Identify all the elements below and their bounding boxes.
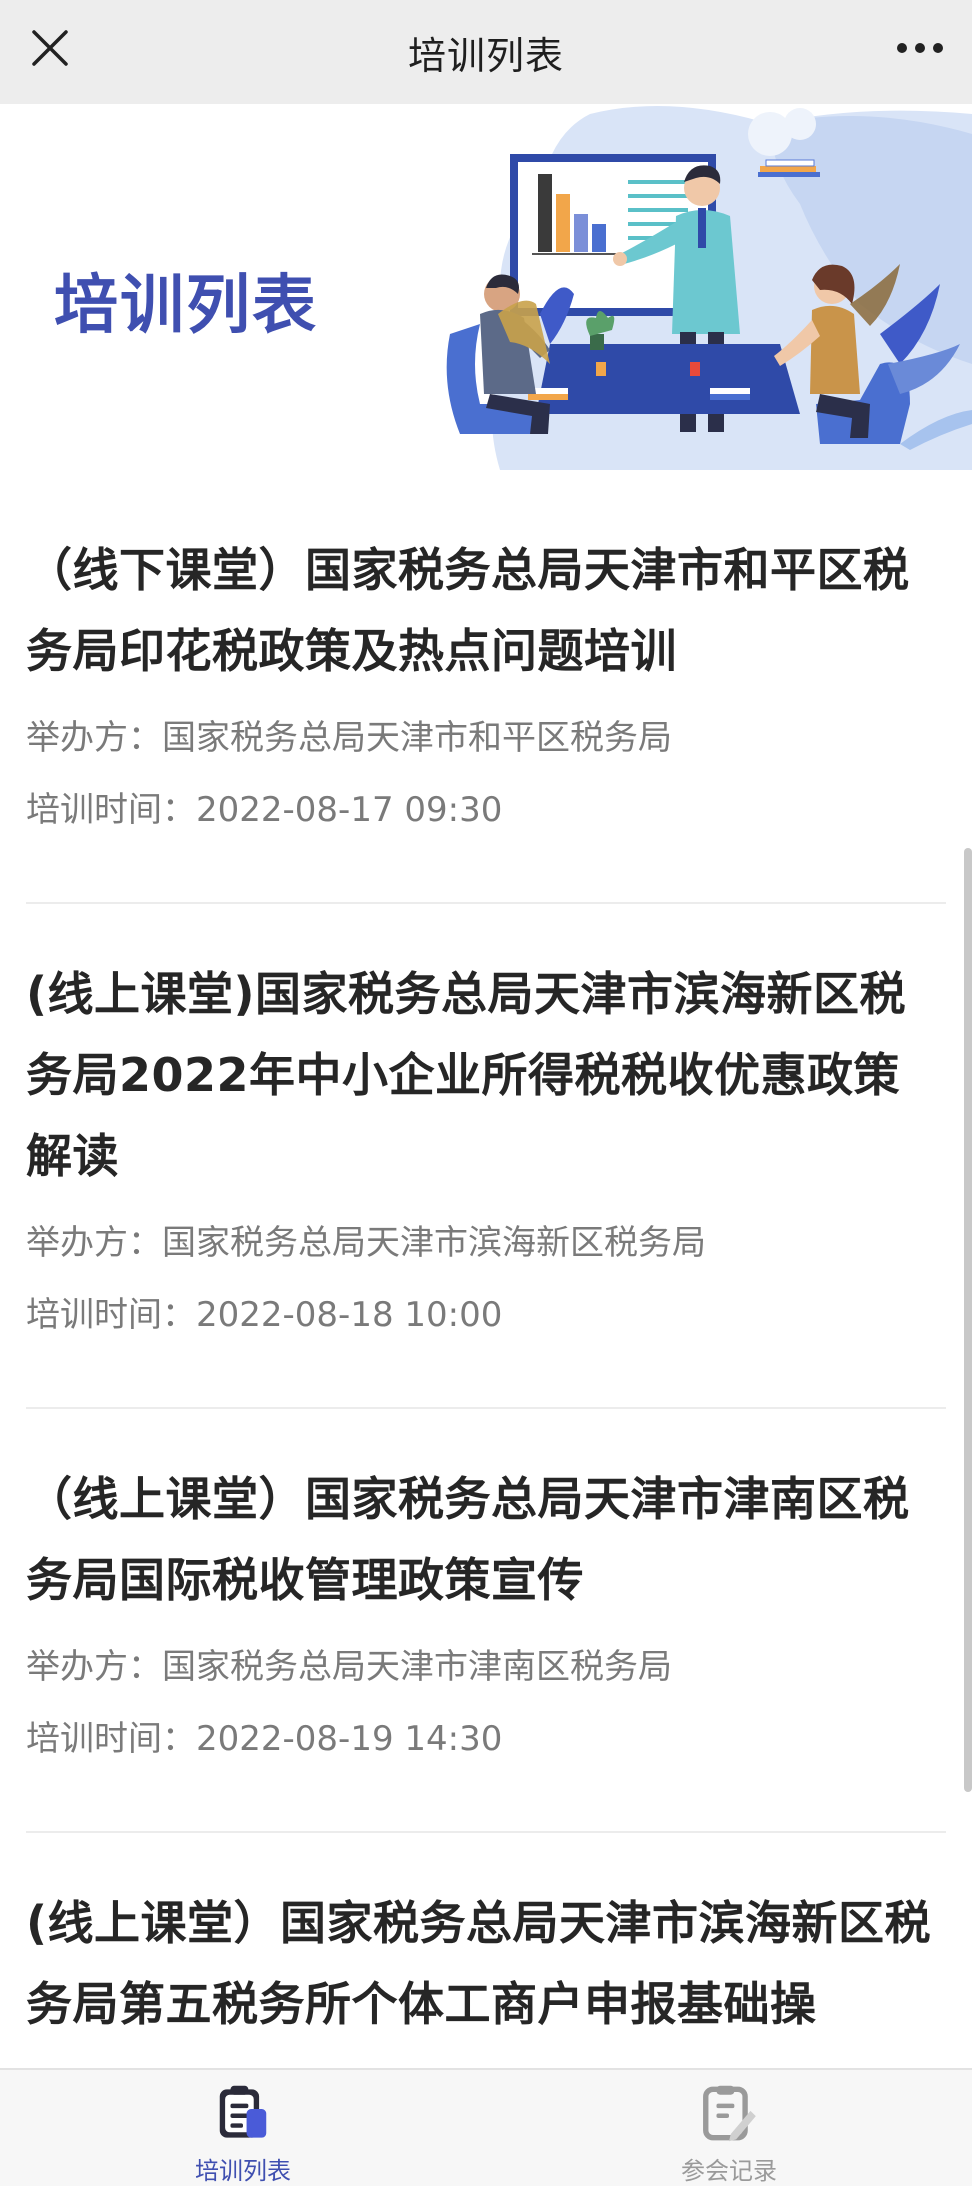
tab-bar: 培训列表 参会记录 (0, 2068, 972, 2186)
training-item[interactable]: （线下课堂）国家税务总局天津市和平区税务局印花税政策及热点问题培训 举办方：国家… (0, 470, 972, 904)
more-dots-icon (897, 43, 943, 53)
close-button[interactable] (22, 20, 78, 76)
tab-attendance-record[interactable]: 参会记录 (486, 2070, 972, 2186)
time-label: 培训时间： (26, 1719, 196, 1759)
more-button[interactable] (888, 20, 952, 76)
attendance-record-icon (703, 2085, 756, 2142)
time-value: 2022-08-18 10:00 (196, 1295, 503, 1335)
time-label: 培训时间： (26, 790, 196, 830)
time-value: 2022-08-17 09:30 (196, 790, 503, 830)
organizer-row: 举办方：国家税务总局天津市滨海新区税务局 (26, 1207, 946, 1279)
training-item[interactable]: (线上课堂）国家税务总局天津市滨海新区税务局第五税务所个体工商户申报基础操 (0, 1833, 972, 2045)
training-item[interactable]: （线上课堂）国家税务总局天津市津南区税务局国际税收管理政策宣传 举办方：国家税务… (0, 1409, 972, 1833)
organizer-label: 举办方： (26, 1647, 162, 1687)
organizer-row: 举办方：国家税务总局天津市津南区税务局 (26, 1631, 946, 1703)
organizer-label: 举办方： (26, 718, 162, 758)
training-list-icon (219, 2085, 267, 2138)
close-icon (32, 30, 68, 66)
training-item[interactable]: (线上课堂)国家税务总局天津市滨海新区税务局2022年中小企业所得税税收优惠政策… (0, 904, 972, 1409)
organizer-row: 举办方：国家税务总局天津市和平区税务局 (26, 702, 946, 774)
time-row: 培训时间：2022-08-17 09:30 (26, 774, 946, 846)
training-title: （线上课堂）国家税务总局天津市津南区税务局国际税收管理政策宣传 (26, 1472, 910, 1607)
organizer-value: 国家税务总局天津市和平区税务局 (162, 718, 672, 758)
organizer-label: 举办方： (26, 1223, 162, 1263)
tab-label: 参会记录 (681, 2157, 777, 2185)
training-list: （线下课堂）国家税务总局天津市和平区税务局印花税政策及热点问题培训 举办方：国家… (0, 470, 972, 2045)
page-title: 培训列表 (407, 33, 564, 78)
organizer-value: 国家税务总局天津市滨海新区税务局 (162, 1223, 706, 1263)
training-meeting-illustration (446, 106, 972, 470)
tab-training-list[interactable]: 培训列表 (0, 2070, 486, 2186)
training-title: (线上课堂)国家税务总局天津市滨海新区税务局2022年中小企业所得税税收优惠政策… (26, 967, 907, 1183)
time-value: 2022-08-19 14:30 (196, 1719, 503, 1759)
scrollbar[interactable] (964, 848, 972, 1792)
page: 培训列表 培训列表 （线下课堂）国家税务总局天津市和平区税务局印花税政策及热点问… (0, 0, 972, 2186)
banner-title: 培训列表 (54, 269, 318, 343)
banner: 培训列表 (0, 104, 972, 470)
time-row: 培训时间：2022-08-19 14:30 (26, 1703, 946, 1775)
time-label: 培训时间： (26, 1295, 196, 1335)
organizer-value: 国家税务总局天津市津南区税务局 (162, 1647, 672, 1687)
navigation-bar: 培训列表 (0, 0, 972, 104)
time-row: 培训时间：2022-08-18 10:00 (26, 1279, 946, 1351)
tab-label: 培训列表 (195, 2157, 291, 2185)
training-title: (线上课堂）国家税务总局天津市滨海新区税务局第五税务所个体工商户申报基础操 (26, 1896, 932, 2031)
training-title: （线下课堂）国家税务总局天津市和平区税务局印花税政策及热点问题培训 (26, 543, 910, 678)
